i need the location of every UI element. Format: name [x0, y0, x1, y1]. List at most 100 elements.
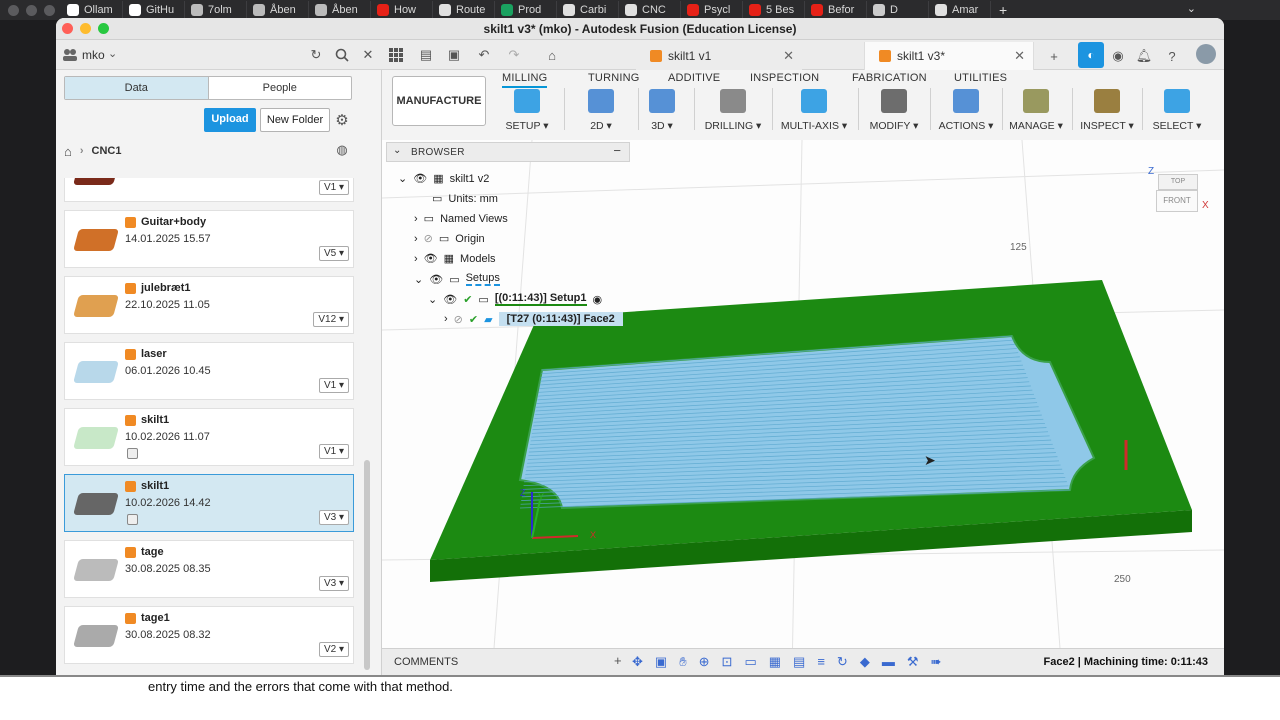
upload-button[interactable]: Upload: [204, 108, 256, 132]
browser-tab[interactable]: How: [371, 1, 433, 19]
toolbar-tab[interactable]: FABRICATION: [852, 72, 927, 84]
chevron-down-icon[interactable]: ⌄: [428, 293, 437, 306]
toolbar-group[interactable]: MODIFY ▾: [862, 86, 926, 132]
environment-icon[interactable]: ≡: [817, 654, 825, 670]
display-icon[interactable]: ▭: [744, 654, 756, 670]
chevron-down-icon[interactable]: ⌄: [398, 172, 407, 185]
help-icon[interactable]: ?: [1162, 46, 1182, 66]
tree-setups[interactable]: ⌄ 👁︎ ▭ Setups: [414, 272, 500, 286]
eye-icon[interactable]: 👁︎: [443, 293, 457, 306]
refresh-icon[interactable]: ↻: [306, 45, 326, 65]
add-comment-icon[interactable]: +: [614, 653, 622, 668]
zoom-button[interactable]: [98, 23, 109, 34]
new-tab-icon[interactable]: +: [1044, 46, 1064, 66]
toolbar-group[interactable]: SELECT ▾: [1146, 86, 1208, 132]
close-dot[interactable]: [8, 4, 19, 16]
chevron-down-icon[interactable]: ⌄: [393, 145, 401, 156]
file-card[interactable]: Guitar+body 14.01.2025 15.57 V5 ▾: [64, 210, 354, 268]
chevron-right-icon[interactable]: ›: [414, 253, 418, 265]
eye-icon[interactable]: 👁︎: [413, 172, 427, 185]
file-icon[interactable]: ▤: [416, 45, 436, 65]
bell-icon[interactable]: 🔔︎: [1134, 46, 1154, 66]
close-icon[interactable]: ✕: [358, 45, 378, 65]
tree-root[interactable]: ⌄ 👁︎ ▦ skilt1 v2: [398, 172, 489, 186]
fit-icon[interactable]: ⊡: [722, 654, 733, 670]
toolbar-tab[interactable]: ADDITIVE: [668, 72, 720, 84]
viewcube[interactable]: TOP FRONT Z X: [1148, 166, 1209, 218]
browser-tab[interactable]: Befor: [805, 1, 867, 19]
tree-origin[interactable]: › ⊘ ▭ Origin: [414, 232, 485, 246]
version-badge[interactable]: V5 ▾: [318, 246, 349, 261]
browser-tab[interactable]: Åben: [247, 1, 309, 19]
new-folder-button[interactable]: New Folder: [260, 108, 330, 132]
toolbar-group[interactable]: ACTIONS ▾: [934, 86, 998, 132]
close-icon[interactable]: ✕: [783, 48, 794, 64]
browser-tab[interactable]: 5 Bes: [743, 1, 805, 19]
file-card[interactable]: tage1 30.08.2025 08.32 V2 ▾: [64, 606, 354, 664]
doc-tab-skilt1-v1[interactable]: skilt1 v1 ✕: [636, 42, 802, 70]
file-card[interactable]: laser 06.01.2026 10.45 V1 ▾: [64, 342, 354, 400]
browser-tab[interactable]: D: [867, 1, 929, 19]
tab-data[interactable]: Data: [65, 77, 209, 99]
effects-icon[interactable]: ◆: [860, 654, 870, 670]
tree-models[interactable]: › 👁︎ ▦ Models: [414, 252, 496, 266]
toolbar-group[interactable]: MULTI-AXIS ▾: [776, 86, 852, 132]
tree-setup1[interactable]: ⌄ 👁︎ ✔ ▭ [(0:11:43)] Setup1 ◉: [428, 292, 602, 306]
chevron-right-icon[interactable]: ›: [444, 313, 448, 325]
tree-units[interactable]: ▭ Units: mm: [432, 192, 498, 206]
globe-icon[interactable]: ◍: [332, 140, 352, 160]
eye-hidden-icon[interactable]: ⊘: [424, 232, 433, 245]
home-icon[interactable]: ⌂: [542, 45, 562, 65]
refresh-icon[interactable]: ↻: [837, 654, 848, 670]
toolbar-tab[interactable]: TURNING: [588, 72, 640, 84]
orbit-icon[interactable]: ✥: [632, 654, 643, 670]
version-badge[interactable]: V3 ▾: [318, 510, 349, 525]
canvas-viewport[interactable]: Z Y X 125 250 TOP FRONT Z X ⌄ BROWSER − …: [382, 140, 1224, 675]
toolbar-group[interactable]: 2D ▾: [568, 86, 634, 132]
browser-tab[interactable]: CNC: [619, 1, 681, 19]
toolbar-group[interactable]: 3D ▾: [642, 86, 682, 132]
file-card[interactable]: julebræt1 22.10.2025 11.05 V12 ▾: [64, 276, 354, 334]
close-icon[interactable]: ✕: [1014, 48, 1025, 64]
look-at-icon[interactable]: ▣: [655, 654, 667, 670]
file-card[interactable]: V1 ▾: [64, 178, 354, 202]
save-icon[interactable]: ▣: [444, 45, 464, 65]
home-icon[interactable]: ⌂: [64, 144, 72, 159]
pan-icon[interactable]: ✋︎: [679, 654, 686, 670]
chevron-down-icon[interactable]: ⌄: [414, 273, 423, 286]
gear-icon[interactable]: ⚙: [332, 110, 352, 130]
avatar[interactable]: [1196, 44, 1216, 64]
version-badge[interactable]: V1 ▾: [318, 444, 349, 459]
file-card[interactable]: tage 30.08.2025 08.35 V3 ▾: [64, 540, 354, 598]
tab-people[interactable]: People: [209, 77, 352, 99]
eye-icon[interactable]: 👁︎: [424, 252, 438, 265]
version-badge[interactable]: V2 ▾: [318, 642, 349, 657]
grid-icon[interactable]: ▦: [769, 654, 781, 670]
eye-hidden-icon[interactable]: ⊘: [454, 313, 463, 326]
eye-icon[interactable]: 👁︎: [429, 273, 443, 286]
tree-face2[interactable]: › ⊘ ✔ ▰ [T27 (0:11:43)] Face2: [444, 312, 623, 326]
chevron-down-icon[interactable]: ⌄: [108, 47, 117, 60]
browser-tab[interactable]: Carbi: [557, 1, 619, 19]
extensions-icon[interactable]: ◐: [1078, 42, 1104, 68]
browser-panel-header[interactable]: ⌄ BROWSER −: [386, 142, 630, 162]
workspace-switcher[interactable]: MANUFACTURE ▾: [392, 76, 486, 155]
browser-tab[interactable]: Route: [433, 1, 495, 19]
tree-named-views[interactable]: › ▭ Named Views: [414, 212, 508, 226]
browser-tab[interactable]: Ollam: [61, 1, 123, 19]
fusion-window-controls[interactable]: [62, 23, 109, 34]
viewcube-top[interactable]: TOP: [1158, 174, 1198, 190]
version-badge[interactable]: V1 ▾: [318, 378, 349, 393]
model-canvas[interactable]: [382, 140, 1224, 675]
browser-tab[interactable]: GitHu: [123, 1, 185, 19]
browser-tab[interactable]: Åben: [309, 1, 371, 19]
file-card[interactable]: skilt1 10.02.2026 14.42 V3 ▾: [64, 474, 354, 532]
undo-icon[interactable]: ↶: [474, 45, 494, 65]
browser-tab[interactable]: Prod: [495, 1, 557, 19]
breadcrumb-folder[interactable]: CNC1: [92, 145, 122, 157]
new-tab-icon[interactable]: +: [999, 2, 1007, 18]
toolbar-tab[interactable]: UTILITIES: [954, 72, 1007, 84]
minimize-button[interactable]: [80, 23, 91, 34]
browser-tab[interactable]: Amar: [929, 1, 991, 19]
viewports-icon[interactable]: ▤: [793, 654, 805, 670]
